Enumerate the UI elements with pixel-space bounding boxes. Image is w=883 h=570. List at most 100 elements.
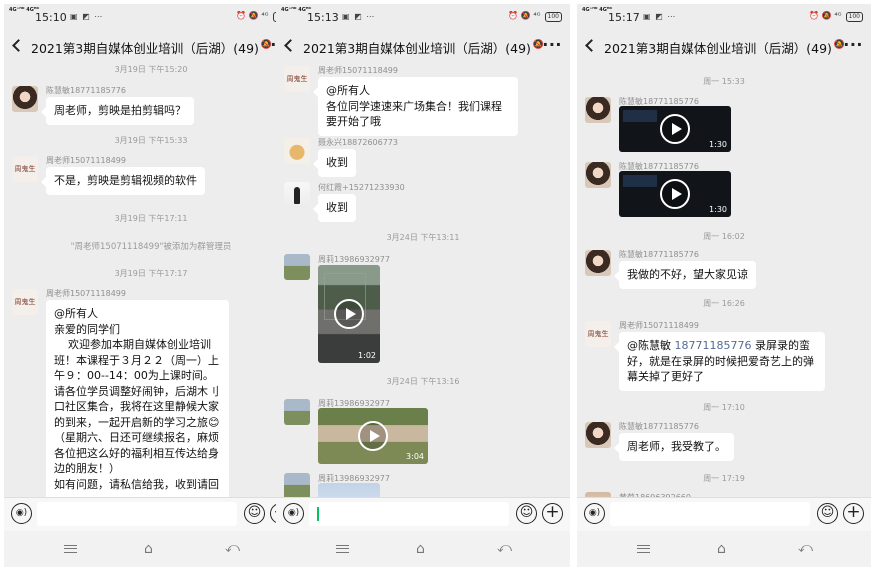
message-bubble[interactable]: 周老师，我受教了。 — [614, 433, 734, 461]
more-options-icon[interactable]: ··· — [542, 35, 562, 54]
message-list[interactable]: 周一 15:33 陈慧敏18771185776 1:30 陈慧敏18771185… — [577, 64, 871, 501]
avatar[interactable] — [284, 182, 310, 208]
timestamp: 3月24日 下午13:16 — [386, 377, 460, 386]
avatar[interactable] — [12, 86, 38, 112]
back-arrow-icon[interactable] — [12, 39, 25, 52]
status-bar: 4G⁺ᴴᴰ 4Gᴴᴰ 15:17 ▣ ◩ ⋯ ⏰ 🔕 ⁴ᴳ 100 — [577, 4, 871, 28]
message-bubble[interactable]: 收到 — [313, 194, 356, 222]
video-duration: 1:02 — [358, 351, 376, 360]
avatar[interactable] — [284, 138, 310, 164]
back-arrow-icon[interactable] — [284, 39, 297, 52]
text-cursor — [317, 507, 319, 521]
emoji-icon[interactable]: ☺ — [244, 503, 265, 524]
home-icon[interactable]: ⌂ — [717, 541, 726, 557]
timestamp: 3月24日 下午13:11 — [386, 233, 460, 242]
chat-title: 2021第3期自媒体创业培训（后湖）(49) — [604, 41, 832, 56]
voice-icon[interactable]: ◉) — [584, 503, 605, 524]
chat-title: 2021第3期自媒体创业培训（后湖）(49) — [303, 41, 531, 56]
avatar[interactable] — [585, 162, 611, 188]
avatar[interactable]: 周鬼生 — [585, 321, 611, 347]
message-input[interactable] — [37, 502, 237, 526]
video-message[interactable]: 1:02 — [318, 265, 380, 363]
sender-name: 周老师15071118499 — [318, 66, 398, 75]
sender-name: 周老师15071118499 — [619, 321, 699, 330]
system-message: "周老师15071118499"被添加为群管理员 — [70, 242, 232, 252]
avatar[interactable]: 周鬼生 — [12, 156, 38, 182]
system-nav-bar: ⌂ ⤺ — [577, 531, 871, 567]
play-icon[interactable] — [334, 299, 364, 329]
message-bubble[interactable]: 我做的不好，望大家见谅 — [614, 261, 756, 289]
plus-icon[interactable]: + — [843, 503, 864, 524]
chat-title: 2021第3期自媒体创业培训（后湖）(49) — [31, 41, 259, 56]
video-message[interactable]: 3:04 — [318, 408, 428, 464]
battery-icon: 100 — [544, 12, 562, 22]
voice-icon[interactable]: ◉) — [11, 503, 32, 524]
input-bar: ◉) ☺ + — [276, 497, 570, 531]
chat-header: 2021第3期自媒体创业培训（后湖）(49) 🔕 ··· — [577, 28, 871, 64]
back-icon[interactable]: ⤺ — [497, 540, 512, 556]
menu-icon[interactable] — [637, 545, 650, 553]
video-duration: 3:04 — [406, 452, 424, 461]
message-input[interactable] — [610, 502, 810, 526]
home-icon[interactable]: ⌂ — [416, 541, 425, 557]
message-bubble[interactable]: @所有人 亲爱的同学们 欢迎参加本期自媒体创业培训班！本课程于３月２２（周一）上… — [46, 300, 229, 501]
status-right-icons: ⏰ 🔕 ⁴ᴳ100 — [508, 11, 562, 22]
sender-name: 陈慧敏18771185776 — [619, 422, 699, 431]
status-time: 15:17 — [608, 11, 640, 24]
menu-icon[interactable] — [336, 545, 349, 553]
avatar[interactable]: 周鬼生 — [12, 289, 38, 315]
notification-icons: ▣ ◩ ⋯ — [342, 12, 376, 21]
avatar[interactable] — [585, 250, 611, 276]
status-time: 15:10 — [35, 11, 67, 24]
play-icon[interactable] — [358, 421, 388, 451]
video-message[interactable]: 1:30 — [619, 171, 731, 217]
chat-screen-3: 4G⁺ᴴᴰ 4Gᴴᴰ 15:17 ▣ ◩ ⋯ ⏰ 🔕 ⁴ᴳ 100 2021第3期… — [577, 4, 871, 567]
status-time: 15:13 — [307, 11, 339, 24]
timestamp: 周一 17:19 — [703, 474, 745, 483]
notification-icons: ▣ ◩ ⋯ — [643, 12, 677, 21]
avatar[interactable] — [284, 254, 310, 280]
back-icon[interactable]: ⤺ — [225, 540, 240, 556]
chat-screen-1: 4G⁺ᴴᴰ 4Gᴴᴰ 15:10 ▣ ◩ ⋯ ⏰ 🔕 ⁴ᴳ100 2021第3期… — [4, 4, 298, 567]
voice-icon[interactable]: ◉) — [283, 503, 304, 524]
avatar[interactable] — [585, 422, 611, 448]
message-input[interactable] — [309, 502, 509, 526]
sender-name: 陈慧敏18771185776 — [46, 86, 126, 95]
menu-icon[interactable] — [64, 545, 77, 553]
chat-header: 2021第3期自媒体创业培训（后湖）(49) 🔕 ··· — [4, 28, 298, 64]
message-bubble[interactable]: 收到 — [313, 149, 356, 177]
timestamp: 3月19日 下午15:33 — [114, 136, 188, 145]
emoji-icon[interactable]: ☺ — [817, 503, 838, 524]
plus-icon[interactable]: + — [542, 503, 563, 524]
message-bubble[interactable]: 周老师，剪映是拍剪辑吗？ — [41, 97, 194, 125]
sender-name: 周老师15071118499 — [46, 156, 126, 165]
video-message[interactable]: 1:30 — [619, 106, 731, 152]
mention-number-link[interactable]: 18771185776 — [675, 339, 752, 352]
timestamp: 周一 15:33 — [703, 77, 745, 86]
home-icon[interactable]: ⌂ — [144, 541, 153, 557]
sender-name: 周莉13986932977 — [318, 255, 390, 264]
message-bubble[interactable]: @所有人 各位同学速速来广场集合！我们课程要开始了哦 — [313, 77, 518, 136]
emoji-icon[interactable]: ☺ — [516, 503, 537, 524]
video-duration: 1:30 — [709, 140, 727, 149]
message-bubble[interactable]: 不是，剪映是剪辑视频的软件 — [41, 167, 205, 195]
play-icon[interactable] — [660, 179, 690, 209]
avatar[interactable] — [284, 399, 310, 425]
notification-icons: ▣ ◩ ⋯ — [70, 12, 104, 21]
chat-header: 2021第3期自媒体创业培训（后湖）(49) 🔕 ··· — [276, 28, 570, 64]
avatar[interactable] — [585, 97, 611, 123]
timestamp: 周一 16:26 — [703, 299, 745, 308]
system-nav-bar: ⌂ ⤺ — [4, 531, 298, 567]
message-bubble[interactable]: @陈慧敏 18771185776 录屏录的蛮好，就是在录屏的时候把爱奇艺上的弹幕… — [614, 332, 825, 391]
back-arrow-icon[interactable] — [585, 39, 598, 52]
system-nav-bar: ⌂ ⤺ — [276, 531, 570, 567]
avatar[interactable] — [284, 473, 310, 499]
message-list[interactable]: 3月19日 下午15:20 陈慧敏18771185776 周老师，剪映是拍剪辑吗… — [4, 64, 298, 501]
status-bar: 4G⁺ᴴᴰ 4Gᴴᴰ 15:10 ▣ ◩ ⋯ ⏰ 🔕 ⁴ᴳ100 — [4, 4, 298, 28]
timestamp: 3月19日 下午17:17 — [114, 269, 188, 278]
more-options-icon[interactable]: ··· — [843, 35, 863, 54]
avatar[interactable]: 周鬼生 — [284, 66, 310, 92]
message-list[interactable]: 周鬼生 周老师15071118499 @所有人 各位同学速速来广场集合！我们课程… — [276, 64, 570, 501]
back-icon[interactable]: ⤺ — [798, 540, 813, 556]
play-icon[interactable] — [660, 114, 690, 144]
